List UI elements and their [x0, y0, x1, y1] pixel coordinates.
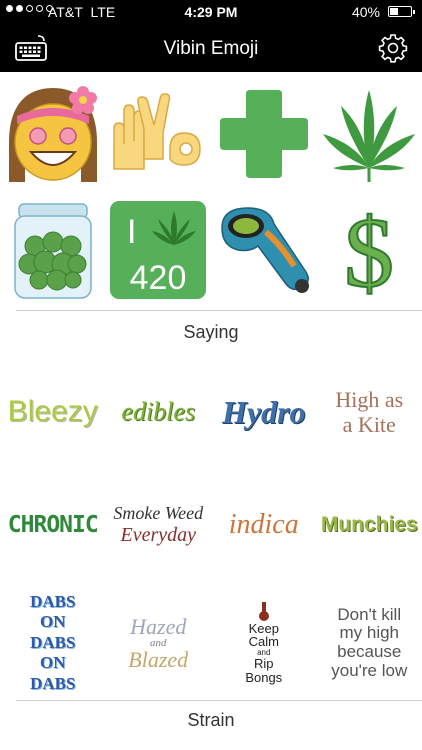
app-title: Vibin Emoji — [163, 38, 259, 59]
saying-high-as-a-kite[interactable]: High as a Kite — [317, 362, 422, 462]
nav-bar: Vibin Emoji — [0, 24, 422, 72]
cannabis-leaf-emoji[interactable] — [317, 78, 422, 190]
i-leaf-420-emoji[interactable]: I 420 — [106, 196, 212, 304]
saying-munchies[interactable]: Munchies — [317, 474, 422, 576]
divider — [16, 700, 422, 701]
dollar-text: $ — [344, 200, 394, 300]
four-twenty-text: 420 — [130, 259, 187, 297]
section-strain-label: Strain — [187, 710, 235, 730]
saying-keep-calm-rip-bongs[interactable]: Keep Calm and Rip Bongs — [211, 592, 317, 694]
battery-percent: 40% — [351, 4, 380, 20]
emoji-row-2: I 420 $ — [0, 196, 422, 304]
hand-signs-420-emoji[interactable] — [106, 78, 212, 190]
dollar-leaf-emoji[interactable]: $ — [317, 196, 422, 304]
battery-icon — [388, 6, 415, 17]
saying-indica[interactable]: indica — [211, 474, 317, 576]
saying-dabs-on-dabs[interactable]: DABS ON DABS ON DABS — [0, 592, 106, 694]
saying-smoke-weed-everyday[interactable]: Smoke Weed Everyday — [106, 474, 212, 576]
weed-jar-emoji[interactable] — [0, 196, 106, 304]
sayings-row-1: Bleezy edibles Hydro High as a Kite — [0, 362, 422, 462]
emoji-row-1 — [0, 78, 422, 190]
saying-dont-kill-my-high[interactable]: Don't kill my high because you're low — [317, 592, 422, 694]
saying-hydro[interactable]: Hydro — [211, 362, 317, 462]
green-cross-emoji[interactable] — [211, 78, 317, 190]
saying-edibles[interactable]: edibles — [106, 362, 212, 462]
i-text: I — [127, 213, 136, 251]
saying-hazed-and-blazed[interactable]: Hazed and Blazed — [106, 592, 212, 694]
glass-pipe-emoji[interactable] — [211, 196, 317, 304]
divider — [16, 310, 422, 311]
saying-chronic[interactable]: CHRONIC — [0, 474, 106, 576]
section-saying-label: Saying — [183, 322, 239, 342]
sayings-row-2: CHRONIC Smoke Weed Everyday indica Munch… — [0, 474, 422, 576]
sayings-row-3: DABS ON DABS ON DABS Hazed and Blazed Ke… — [0, 592, 422, 694]
saying-bleezy[interactable]: Bleezy — [0, 362, 106, 462]
hippie-girl-emoji[interactable] — [0, 78, 106, 190]
status-bar: AT&T LTE 4:29 PM 40% — [0, 0, 422, 24]
gear-icon[interactable] — [378, 33, 408, 63]
bong-icon — [258, 601, 269, 621]
